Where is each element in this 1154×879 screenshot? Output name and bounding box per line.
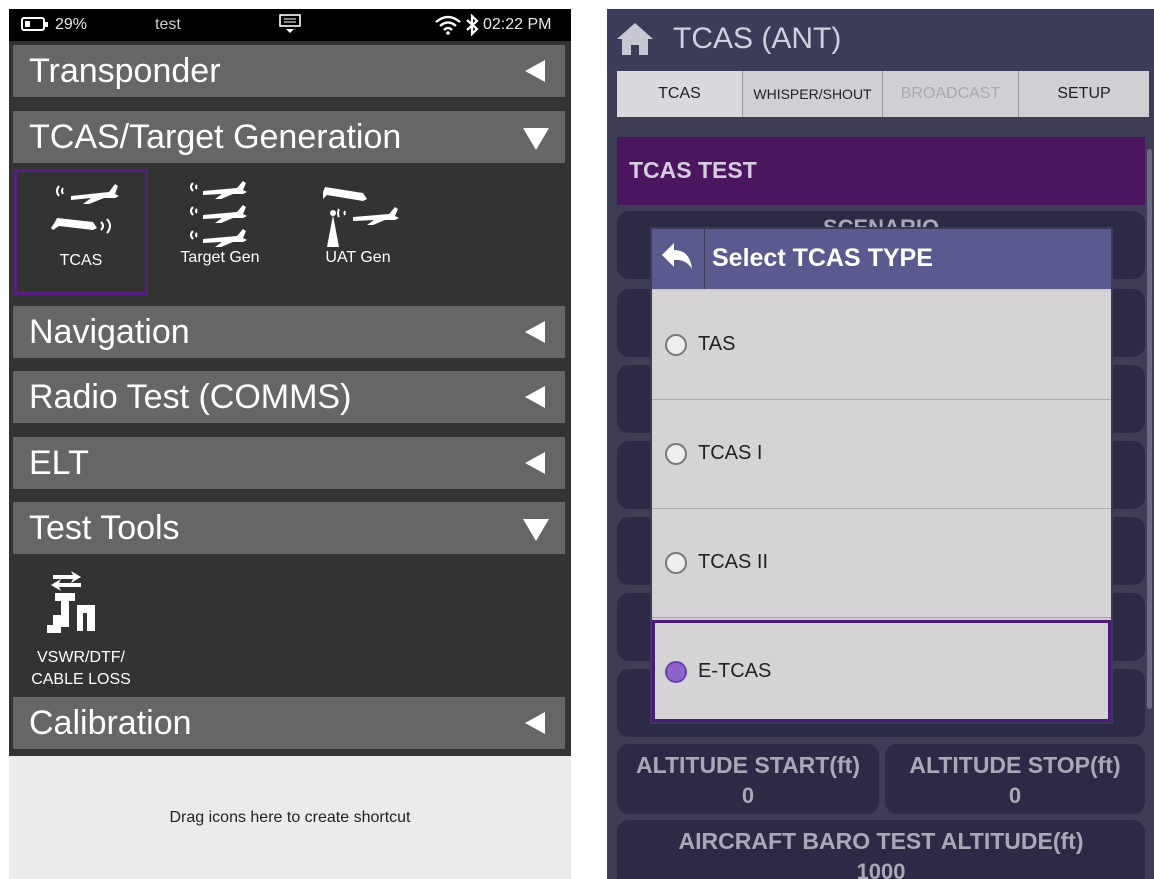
baro-altitude-label: AIRCRAFT BARO TEST ALTITUDE(ft) — [678, 828, 1084, 854]
dialog-title: Select TCAS TYPE — [712, 244, 933, 272]
device-name: test — [155, 16, 181, 33]
uat-gen-icon — [323, 187, 399, 247]
target-gen-icon — [190, 181, 247, 247]
altitude-stop-field[interactable]: ALTITUDE STOP(ft) 0 — [885, 744, 1145, 814]
section-label: Test Tools — [29, 509, 180, 547]
status-bar: 29% test 02:22 PM — [9, 9, 571, 41]
section-tcas-target-generation[interactable]: TCAS/Target Generation — [13, 111, 565, 163]
tab-bar: TCAS WHISPER/SHOUT BROADCAST SETUP — [617, 71, 1149, 117]
radio-button-selected[interactable] — [665, 661, 687, 683]
tile-label: VSWR/DTF/ CABLE LOSS — [11, 647, 151, 691]
title-bar: TCAS (ANT) — [607, 9, 1154, 69]
option-label: TCAS II — [698, 551, 769, 573]
option-tcas-i[interactable]: TCAS I — [652, 400, 1111, 509]
option-label: E-TCAS — [698, 660, 772, 682]
tile-tcas[interactable]: TCAS — [14, 169, 148, 295]
tab-tcas[interactable]: TCAS — [617, 71, 743, 117]
section-calibration[interactable]: Calibration — [13, 697, 565, 749]
screen-title: TCAS (ANT) — [673, 22, 842, 55]
section-label: ELT — [29, 444, 89, 482]
section-label: Radio Test (COMMS) — [29, 378, 352, 416]
tab-whisper-shout[interactable]: WHISPER/SHOUT — [743, 71, 883, 117]
altitude-start-value: 0 — [741, 783, 755, 808]
tcas-test-title: TCAS TEST — [629, 157, 757, 183]
clock: 02:22 PM — [483, 16, 552, 33]
vswr-icon — [47, 571, 95, 633]
expand-arrow-icon — [525, 386, 545, 408]
section-transponder[interactable]: Transponder — [13, 45, 565, 97]
tile-label-line-1: VSWR/DTF/ — [37, 649, 125, 666]
tile-uat-gen[interactable]: UAT Gen — [291, 169, 425, 295]
section-navigation[interactable]: Navigation — [13, 306, 565, 358]
battery-icon — [21, 17, 48, 31]
tile-vswr-dtf-cable-loss[interactable]: VSWR/DTF/ CABLE LOSS — [11, 565, 151, 695]
wifi-icon — [435, 15, 461, 40]
app-launcher-panel: 29% test 02:22 PM Transponder TCAS/Targe… — [9, 9, 571, 879]
section-label: Transponder — [29, 52, 221, 90]
option-e-tcas[interactable]: E-TCAS — [652, 620, 1111, 722]
collapse-arrow-icon — [523, 519, 549, 541]
shortcut-drop-zone[interactable]: Drag icons here to create shortcut — [9, 756, 571, 879]
tcas-test-header: TCAS TEST — [617, 137, 1145, 205]
section-radio-test[interactable]: Radio Test (COMMS) — [13, 371, 565, 423]
expand-arrow-icon — [525, 321, 545, 343]
collapse-arrow-icon — [523, 128, 549, 150]
scrollbar[interactable] — [1147, 149, 1152, 709]
section-elt[interactable]: ELT — [13, 437, 565, 489]
radio-button[interactable] — [665, 443, 687, 465]
section-label: Calibration — [29, 704, 192, 742]
drop-zone-hint: Drag icons here to create shortcut — [169, 809, 411, 826]
tile-label: TCAS — [59, 252, 103, 269]
tab-setup[interactable]: SETUP — [1019, 71, 1149, 117]
option-tas[interactable]: TAS — [652, 291, 1111, 400]
tile-label: UAT Gen — [325, 249, 391, 266]
home-icon[interactable] — [615, 21, 655, 62]
section-label: Navigation — [29, 313, 190, 351]
tile-label: Target Gen — [180, 249, 260, 266]
expand-arrow-icon — [525, 60, 545, 82]
tcas-icon — [51, 184, 119, 234]
option-label: TAS — [698, 333, 736, 355]
altitude-stop-label: ALTITUDE STOP(ft) — [909, 752, 1121, 778]
select-tcas-type-dialog: Select TCAS TYPE TAS TCAS I TCAS II E-TC… — [650, 227, 1113, 724]
battery-level: 29% — [55, 16, 88, 33]
bluetooth-icon — [465, 13, 479, 41]
radio-button[interactable] — [665, 552, 687, 574]
altitude-start-field[interactable]: ALTITUDE START(ft) 0 — [617, 744, 879, 814]
back-arrow-icon[interactable] — [652, 229, 705, 289]
baro-altitude-value: 1000 — [856, 859, 906, 879]
baro-altitude-field[interactable]: AIRCRAFT BARO TEST ALTITUDE(ft) 1000 — [617, 820, 1145, 879]
tile-target-gen[interactable]: Target Gen — [153, 169, 287, 295]
dialog-header: Select TCAS TYPE — [652, 229, 1111, 289]
tab-broadcast[interactable]: BROADCAST — [883, 71, 1019, 117]
expand-arrow-icon — [525, 712, 545, 734]
keyboard-icon — [279, 13, 301, 40]
altitude-stop-value: 0 — [1008, 783, 1022, 808]
radio-button[interactable] — [665, 334, 687, 356]
section-label: TCAS/Target Generation — [29, 118, 402, 156]
option-tcas-ii[interactable]: TCAS II — [652, 509, 1111, 618]
section-test-tools[interactable]: Test Tools — [13, 502, 565, 554]
option-label: TCAS I — [698, 442, 763, 464]
tile-label-line-2: CABLE LOSS — [31, 671, 131, 688]
expand-arrow-icon — [525, 452, 545, 474]
altitude-start-label: ALTITUDE START(ft) — [636, 752, 860, 778]
